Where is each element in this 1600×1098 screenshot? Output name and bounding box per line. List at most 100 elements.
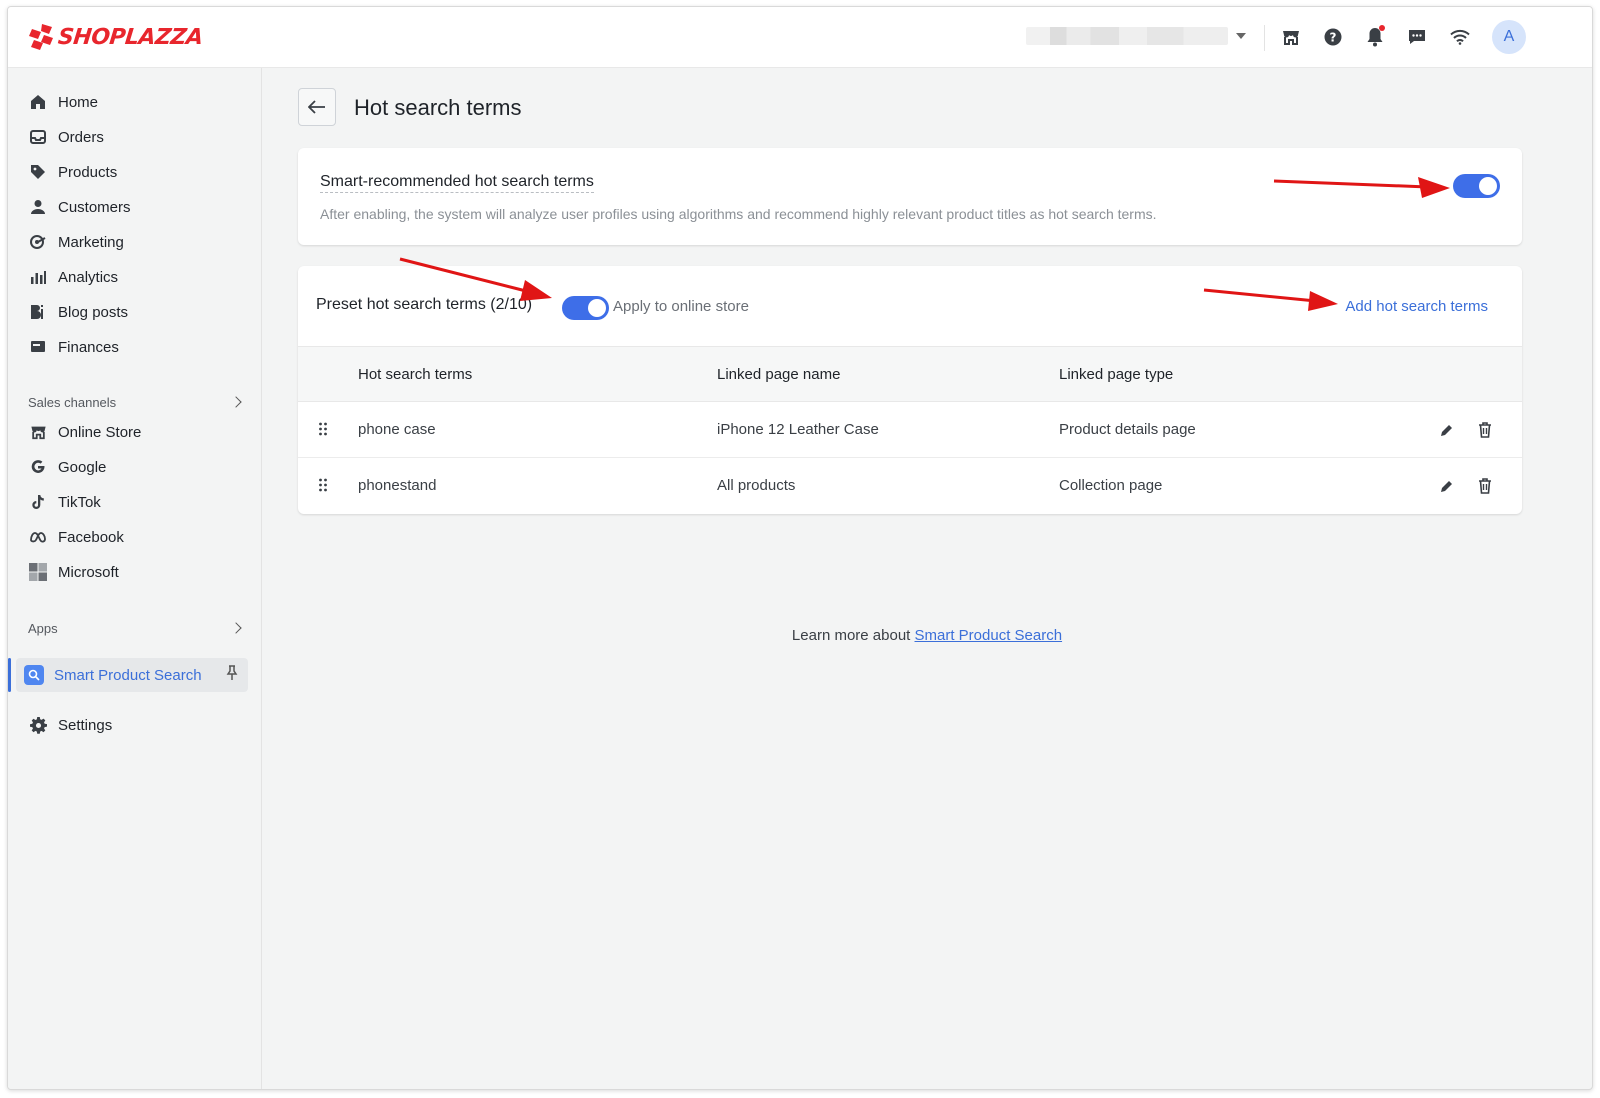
apps-label: Apps — [28, 620, 58, 636]
microsoft-icon — [28, 562, 48, 582]
sidebar-item-smart-product-search[interactable]: Smart Product Search — [8, 658, 248, 692]
user-avatar[interactable]: A — [1492, 20, 1526, 54]
table-row: phone case iPhone 12 Leather Case Produc… — [298, 402, 1522, 458]
google-icon — [28, 457, 48, 477]
back-button[interactable] — [298, 88, 336, 126]
preset-title: Preset hot search terms (2/10) — [316, 296, 533, 313]
tag-icon — [28, 162, 48, 182]
apply-online-store-label: Apply to online store — [613, 298, 749, 315]
sidebar-item-label: Analytics — [58, 268, 119, 286]
meta-icon — [28, 527, 48, 547]
cell-page-type: Collection page — [1059, 477, 1163, 494]
wifi-icon[interactable] — [1448, 25, 1472, 49]
trash-icon[interactable] — [1475, 420, 1495, 440]
sidebar-item-label: Finances — [58, 338, 119, 356]
sidebar-item-label: Marketing — [58, 233, 124, 251]
topbar-divider — [1264, 25, 1265, 51]
page-title: Hot search terms — [354, 95, 522, 120]
drag-handle-icon[interactable] — [318, 478, 328, 497]
cell-page-name: iPhone 12 Leather Case — [717, 421, 879, 438]
shoplazza-logo[interactable]: SHOPLAZZA — [28, 22, 204, 52]
card-icon — [28, 337, 48, 357]
cell-page-type: Product details page — [1059, 421, 1196, 438]
logo-text: SHOPLAZZA — [56, 24, 204, 50]
add-hot-search-terms-link[interactable]: Add hot search terms — [1345, 298, 1488, 315]
smart-recommended-description: After enabling, the system will analyze … — [320, 206, 1157, 222]
message-icon[interactable] — [1405, 25, 1429, 49]
smart-search-app-icon — [24, 665, 44, 685]
apply-online-store-toggle[interactable] — [562, 296, 609, 320]
cell-term: phonestand — [358, 477, 437, 494]
sidebar-item-settings[interactable]: Settings — [24, 709, 254, 741]
app-window: SHOPLAZZA ? A Home Orders Products Custo… — [7, 6, 1593, 1090]
sidebar-item-microsoft[interactable]: Microsoft — [24, 556, 254, 588]
sidebar-item-label: Smart Product Search — [54, 666, 202, 684]
sidebar-item-analytics[interactable]: Analytics — [24, 261, 254, 293]
sidebar-item-finances[interactable]: Finances — [24, 331, 254, 363]
sidebar-item-blog-posts[interactable]: Blog posts — [24, 296, 254, 328]
sidebar-item-products[interactable]: Products — [24, 156, 254, 188]
sidebar-item-label: Products — [58, 163, 118, 181]
cell-page-name: All products — [717, 477, 796, 494]
notification-dot — [1379, 25, 1385, 31]
sidebar-item-label: Facebook — [58, 528, 124, 546]
sidebar-item-label: Google — [58, 458, 107, 476]
chevron-right-icon — [230, 622, 242, 634]
home-icon — [28, 92, 48, 112]
edit-icon[interactable] — [1436, 420, 1456, 440]
table-row: phonestand All products Collection page — [298, 458, 1522, 514]
smart-recommended-toggle[interactable] — [1453, 174, 1500, 198]
sidebar-item-label: Blog posts — [58, 303, 129, 321]
tiktok-icon — [28, 492, 48, 512]
sidebar-item-label: Customers — [58, 198, 131, 216]
sidebar-item-marketing[interactable]: Marketing — [24, 226, 254, 258]
chevron-down-icon — [1236, 33, 1246, 39]
preset-hot-search-card: Preset hot search terms (2/10) Apply to … — [298, 266, 1522, 514]
sidebar-item-label: Orders — [58, 128, 104, 146]
drag-handle-icon[interactable] — [318, 422, 328, 441]
sales-channels-label: Sales channels — [28, 394, 117, 410]
store-selector[interactable] — [1026, 25, 1246, 47]
sidebar-item-label: Settings — [58, 716, 113, 734]
top-bar: SHOPLAZZA ? A — [8, 7, 1592, 68]
table-header: Hot search terms Linked page name Linked… — [298, 346, 1522, 402]
sidebar-item-label: Online Store — [58, 423, 142, 441]
smart-recommended-title: Smart-recommended hot search terms — [320, 173, 594, 193]
trash-icon[interactable] — [1475, 476, 1495, 496]
sidebar-item-label: Microsoft — [58, 563, 119, 581]
arrow-left-icon — [308, 100, 325, 114]
svg-text:?: ? — [1330, 31, 1337, 45]
target-icon — [28, 232, 48, 252]
sidebar-item-label: TikTok — [58, 493, 101, 511]
sidebar-item-online-store[interactable]: Online Store — [24, 416, 254, 448]
inbox-icon — [28, 127, 48, 147]
pin-icon[interactable] — [226, 665, 238, 685]
logo-mark-icon — [29, 24, 53, 50]
sales-channels-header[interactable]: Sales channels — [28, 391, 244, 413]
sidebar-item-google[interactable]: Google — [24, 451, 254, 483]
cell-term: phone case — [358, 421, 436, 438]
learn-more-text: Learn more about Smart Product Search — [262, 627, 1592, 644]
smart-product-search-link[interactable]: Smart Product Search — [915, 627, 1063, 644]
sidebar-item-customers[interactable]: Customers — [24, 191, 254, 223]
sidebar-item-orders[interactable]: Orders — [24, 121, 254, 153]
edit-icon[interactable] — [1436, 476, 1456, 496]
sidebar-item-home[interactable]: Home — [24, 86, 254, 118]
store-name-redacted — [1026, 27, 1228, 45]
sidebar-item-tiktok[interactable]: TikTok — [24, 486, 254, 518]
column-header: Hot search terms — [358, 366, 473, 383]
notification-bell-icon[interactable] — [1363, 25, 1387, 49]
online-store-icon[interactable] — [1279, 25, 1303, 49]
store-icon — [28, 422, 48, 442]
sidebar: Home Orders Products Customers Marketing… — [8, 68, 262, 1089]
chevron-right-icon — [230, 396, 242, 408]
learn-more-prefix: Learn more about — [791, 627, 915, 644]
blog-icon — [28, 302, 48, 322]
column-header: Linked page type — [1059, 366, 1174, 383]
help-icon[interactable]: ? — [1321, 25, 1345, 49]
gear-icon — [28, 715, 48, 735]
bar-chart-icon — [28, 267, 48, 287]
smart-recommended-card: Smart-recommended hot search terms After… — [298, 148, 1522, 245]
sidebar-item-facebook[interactable]: Facebook — [24, 521, 254, 553]
apps-header[interactable]: Apps — [28, 617, 244, 639]
